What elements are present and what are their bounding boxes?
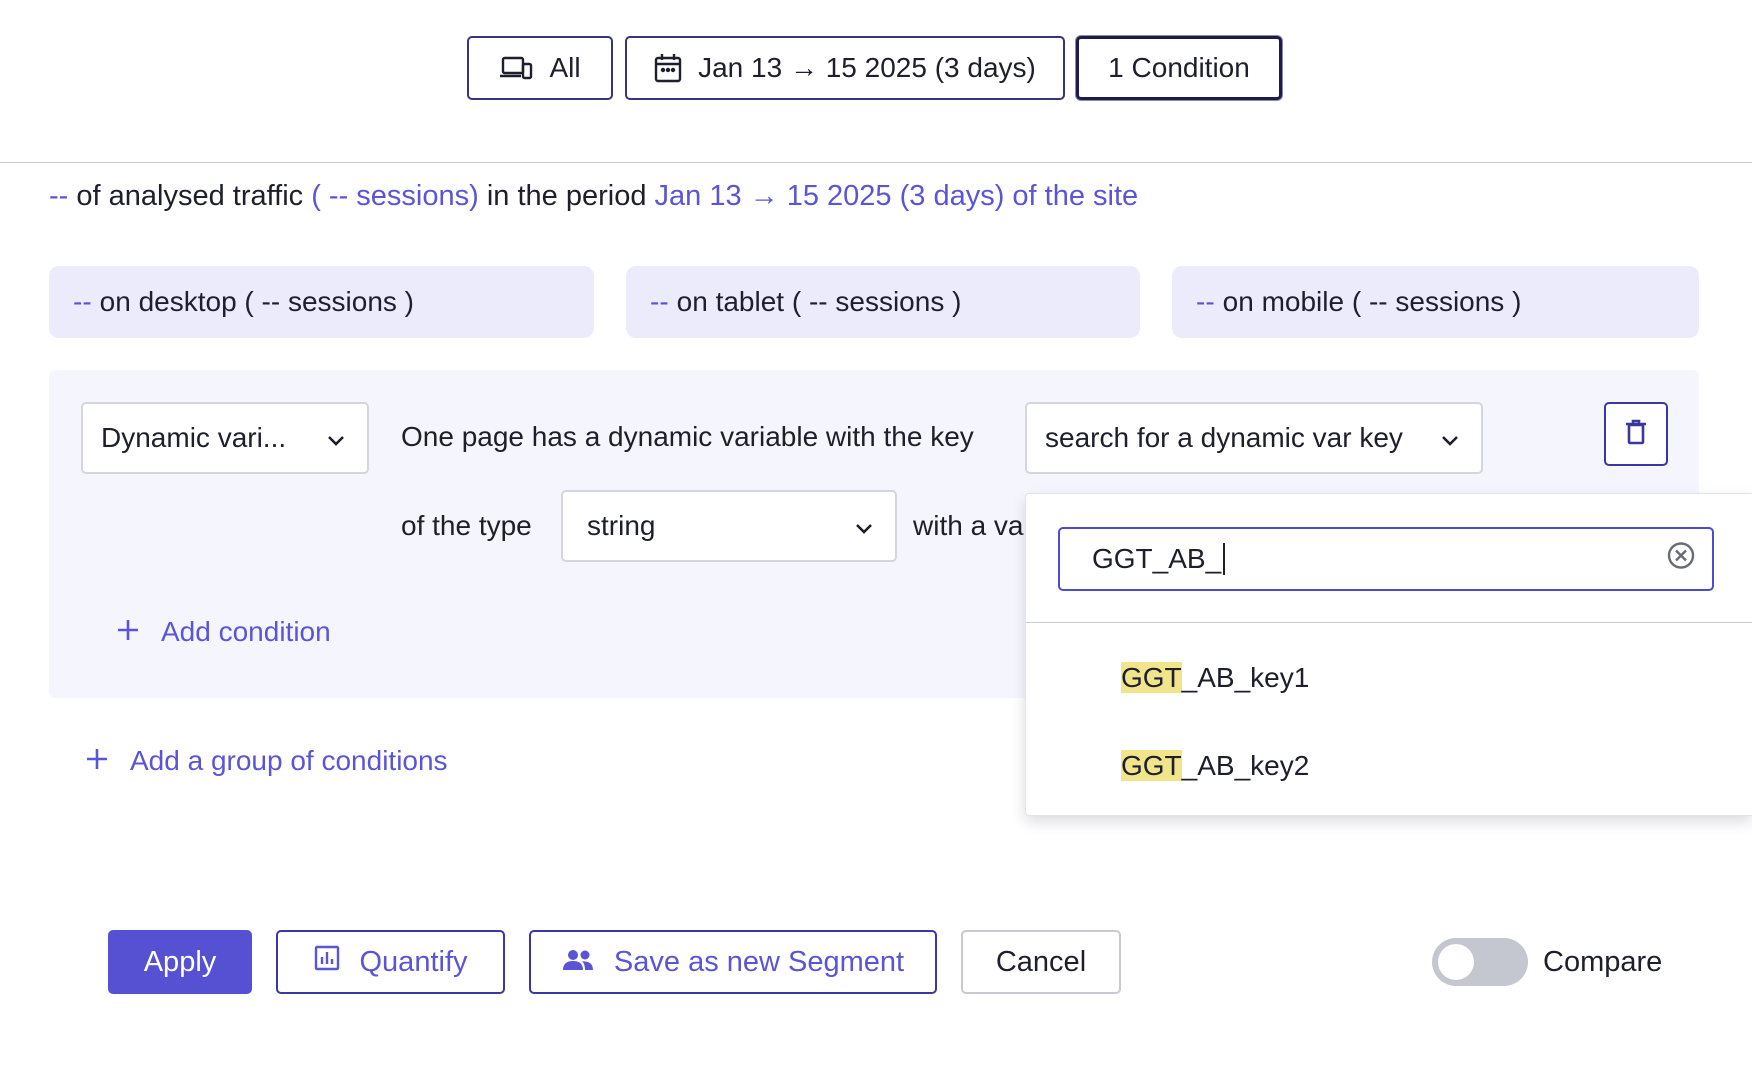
summary-text-1: of analysed traffic [76, 180, 304, 212]
desktop-text: on desktop ( -- sessions ) [99, 286, 414, 317]
plus-icon [117, 616, 139, 648]
users-icon [562, 946, 594, 979]
match-highlight: GGT [1121, 750, 1182, 781]
condition-filter-button[interactable]: 1 Condition [1076, 36, 1282, 100]
add-condition-link[interactable]: Add condition [117, 616, 331, 648]
tablet-text: on tablet ( -- sessions ) [676, 286, 962, 317]
clear-search-icon[interactable] [1666, 541, 1696, 578]
add-condition-label: Add condition [161, 616, 331, 647]
key-search-input[interactable]: GGT_AB_ [1058, 527, 1714, 591]
dynamic-key-placeholder: search for a dynamic var key [1045, 422, 1403, 453]
compare-toggle[interactable] [1432, 938, 1528, 986]
quantify-button[interactable]: Quantify [276, 930, 505, 994]
chart-icon [314, 945, 340, 979]
dropdown-option[interactable]: GGT_AB_key2 [1121, 750, 1309, 782]
tablet-card: -- on tablet ( -- sessions ) [626, 266, 1140, 338]
condition-type-select[interactable]: Dynamic vari... [81, 402, 369, 474]
device-filter-button[interactable]: All [467, 36, 613, 100]
value-type-select[interactable]: string [561, 490, 897, 562]
dynamic-key-select[interactable]: search for a dynamic var key [1025, 402, 1483, 474]
quantify-label: Quantify [359, 945, 468, 978]
compare-label: Compare [1543, 946, 1663, 978]
chevron-down-icon [1441, 422, 1459, 454]
condition-filter-label: 1 Condition [1108, 52, 1250, 83]
period-text: Jan 13 → 15 2025 (3 days) of the site [654, 180, 1139, 212]
chevron-down-icon [855, 510, 873, 542]
value-type-value: string [587, 510, 656, 541]
tablet-value: -- [650, 286, 669, 317]
cancel-label: Cancel [995, 945, 1087, 978]
key-search-dropdown: GGT_AB_ GGT_AB_key1 GGT_AB_key2 [1025, 493, 1752, 816]
type-label: of the type [401, 510, 532, 541]
key-search-value: GGT_AB_ [1092, 543, 1222, 574]
desktop-card: -- on desktop ( -- sessions ) [49, 266, 594, 338]
text-cursor [1223, 543, 1226, 575]
filter-bar: All Jan 13 → 15 2025 (3 days) 1 Conditio… [0, 0, 1752, 163]
devices-icon [499, 55, 533, 81]
dropdown-divider [1026, 622, 1752, 623]
date-filter-button[interactable]: Jan 13 → 15 2025 (3 days) [625, 36, 1065, 100]
summary-text-2: in the period [486, 180, 647, 212]
save-segment-label: Save as new Segment [613, 945, 905, 978]
mobile-text: on mobile ( -- sessions ) [1222, 286, 1522, 317]
add-group-label: Add a group of conditions [130, 745, 448, 776]
mobile-card: -- on mobile ( -- sessions ) [1172, 266, 1699, 338]
apply-label: Apply [143, 945, 217, 978]
match-highlight: GGT [1121, 662, 1182, 693]
add-group-link[interactable]: Add a group of conditions [86, 745, 448, 777]
option-rest: _AB_key1 [1181, 662, 1310, 693]
chevron-down-icon [327, 422, 345, 454]
calendar-icon [654, 53, 682, 83]
toggle-knob [1438, 944, 1474, 980]
save-segment-button[interactable]: Save as new Segment [529, 930, 937, 994]
mobile-value: -- [1196, 286, 1215, 317]
apply-button[interactable]: Apply [108, 930, 252, 994]
sessions-count: ( -- sessions) [311, 180, 479, 212]
option-rest: _AB_key2 [1181, 750, 1310, 781]
dropdown-option[interactable]: GGT_AB_key1 [1121, 662, 1309, 694]
value-label: with a va [913, 510, 1024, 541]
desktop-value: -- [73, 286, 92, 317]
traffic-value: -- [49, 180, 69, 212]
device-filter-label: All [549, 52, 581, 83]
trash-icon [1625, 419, 1647, 450]
plus-icon [86, 745, 108, 777]
delete-condition-button[interactable] [1604, 402, 1668, 466]
key-sentence: One page has a dynamic variable with the… [401, 421, 974, 452]
traffic-summary: -- of analysed traffic ( -- sessions) in… [49, 180, 1138, 213]
date-filter-label: Jan 13 → 15 2025 (3 days) [698, 52, 1036, 83]
cancel-button[interactable]: Cancel [961, 930, 1121, 994]
condition-type-value: Dynamic vari... [101, 422, 287, 453]
